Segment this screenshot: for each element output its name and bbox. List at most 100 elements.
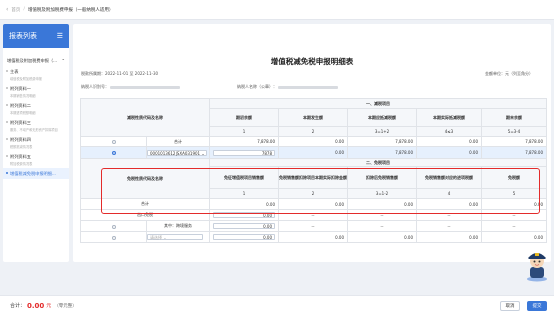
cell-value: 7,878.00 [347, 136, 417, 147]
col-header: 本期应抵减税额 [347, 108, 417, 127]
col-header: 期末余额 [481, 108, 547, 127]
sidebar-item-schedule-3[interactable]: 附列资料三 服务、不动产和无形资产扣除项目 [3, 117, 69, 134]
breadcrumb-home[interactable]: 首页 [11, 7, 20, 13]
taxpayer-name: 纳税人名称（公章）： [237, 84, 339, 90]
sidebar-item-schedule-5[interactable]: 附列资料五 附加税费情况表 [3, 151, 69, 168]
sidebar-item-tax-reduction[interactable]: 增值税减免税申报明细... [3, 168, 69, 179]
cell-value: 0.00 [347, 198, 417, 210]
reduction-code-select[interactable]: 0001013612|SXA031901 ⌄ [147, 149, 207, 156]
top-bar: ‹ 首页 / 增值税及附加税费申报（一般纳税人适用） [0, 0, 554, 20]
table-row: 0001013612|SXA031901 ⌄ 7878 0.00 7,878.0… [80, 146, 547, 159]
row-radio[interactable] [111, 224, 116, 229]
opening-balance-input[interactable]: 7878 [213, 149, 275, 156]
report-list-sidebar: 报表列表 ☰ 增值税及附加税费申报（... ⌃ 主表 增值税及附加税费申报 附列… [3, 24, 69, 262]
footer-bar: 合计： 0.00 元 （零元整） 取消 提交 [0, 295, 554, 315]
col-number: 3=1-2 [347, 188, 417, 199]
exemption-code-placeholder: 请选择 [150, 235, 162, 240]
row-label: 其中：跨境服务 [146, 220, 210, 232]
table-row: 合计 7,878.00 0.00 7,878.00 0.00 7,878.00 [80, 136, 547, 147]
sidebar-item-label: 附列资料五 [10, 154, 31, 159]
amount-unit-value: 元（列至角分） [505, 71, 533, 76]
row-radio[interactable] [111, 151, 116, 155]
cell-value: 7,878.00 [209, 136, 279, 147]
taxpayer-id-value-redacted [110, 85, 181, 89]
tax-period: 税款所属期：2022-11-01 至 2022-11-30 [81, 71, 158, 77]
row-radio[interactable] [111, 235, 116, 240]
cross-border-service-input[interactable]: 0.00 [213, 223, 275, 229]
col-header: 免税额 [481, 166, 547, 189]
mascot-icon[interactable] [524, 248, 550, 282]
breadcrumb-current: 增值税及附加税费申报（一般纳税人适用） [27, 7, 114, 13]
row-label: 合计 [80, 198, 210, 210]
sidebar-item-label: 主表 [10, 69, 19, 74]
sidebar-item-sub: 增值税及附加税费申报 [10, 77, 42, 81]
col-header: 免税销售额对应的进项税额 [416, 166, 482, 189]
cell-value: -- [416, 209, 482, 221]
sidebar-item-main-form[interactable]: 主表 增值税及附加税费申报 [3, 66, 69, 83]
col-number: 1 [209, 126, 279, 137]
cell-value: -- [347, 209, 417, 221]
input-cell: 0.00 [209, 220, 279, 232]
sidebar-item-schedule-2[interactable]: 附列资料二 本期进项税额明细 [3, 100, 69, 117]
col-number: 5 [481, 188, 547, 199]
row-label: 出口免税 [80, 209, 210, 221]
cell-value: -- [481, 220, 547, 232]
cell-value: -- [416, 220, 482, 232]
col-header: 期初余额 [209, 108, 279, 127]
bullet-icon [6, 70, 8, 72]
cell-value: 0.00 [416, 231, 482, 243]
submit-button[interactable]: 提交 [527, 301, 547, 311]
sidebar-item-label: 附列资料二 [10, 103, 31, 108]
taxpayer-id-label: 纳税人识别号： [81, 84, 109, 89]
row-radio[interactable] [111, 140, 116, 144]
row-radio-cell [80, 136, 147, 147]
exemption-code-cell: 请选择 ⌄ [146, 231, 210, 243]
col-number: 4 [416, 188, 482, 199]
total-amount: 0.00 [27, 301, 45, 310]
reduction-rowhead: 减税性质代码及名称 [80, 98, 210, 137]
cell-value: 7,878.00 [347, 146, 417, 159]
cell-value: 0.00 [278, 146, 348, 159]
breadcrumb: 首页 / 增值税及附加税费申报（一般纳税人适用） [11, 7, 113, 13]
input-cell: 7878 [209, 146, 279, 159]
amount-unit-label: 金额单位： [485, 71, 505, 76]
sidebar-item-label: 附列资料三 [10, 120, 31, 125]
cell-value: 7,878.00 [481, 146, 547, 159]
col-number: 3=1+2 [347, 126, 417, 137]
cell-value: 0.00 [209, 198, 279, 210]
sidebar-group[interactable]: 增值税及附加税费申报（... ⌃ [3, 48, 69, 66]
report-title: 增值税减免税申报明细表 [270, 57, 354, 66]
exemption-rowhead: 免税性质代码及名称 [80, 158, 210, 199]
bullet-icon [6, 87, 8, 89]
cell-value: -- [278, 209, 348, 221]
reduction-code-value: 0001013612|SXA031901 [150, 150, 201, 156]
row-label: 合计 [146, 136, 210, 147]
col-header: 免征增值税项目销售额 [209, 166, 279, 189]
sidebar-item-label: 附列资料四 [10, 137, 31, 142]
cell-value: 0.00 [416, 136, 482, 147]
exempt-sales-input[interactable]: 0.00 [213, 234, 275, 240]
col-number: 5=3-4 [481, 126, 547, 137]
cell-value: -- [481, 209, 547, 221]
list-menu-icon[interactable]: ☰ [57, 32, 63, 40]
cell-value: 0.00 [416, 198, 482, 210]
exemption-code-select[interactable]: 请选择 ⌄ [147, 234, 203, 240]
taxpayer-name-value-redacted [278, 85, 339, 89]
sidebar-item-sub: 税额抵减情况表 [10, 145, 33, 149]
sidebar-item-sub: 服务、不动产和无形资产扣除项目 [10, 128, 58, 132]
cell-value: 0.00 [278, 198, 348, 210]
export-exempt-input[interactable]: 0.00 [213, 212, 275, 218]
sidebar-item-sub: 本期销售情况明细 [10, 94, 36, 98]
section1-title: 一、减税项目 [209, 98, 547, 109]
cell-value: 0.00 [416, 146, 482, 159]
cancel-button[interactable]: 取消 [500, 301, 520, 311]
back-arrow-icon[interactable]: ‹ [6, 6, 8, 13]
reduction-table: 减税性质代码及名称 一、减税项目 期初余额 本期发生额 本期应抵减税额 本期实际… [80, 98, 547, 243]
table-row: 合计 0.00 0.00 0.00 0.00 0.00 [80, 198, 547, 210]
cell-value: 0.00 [481, 231, 547, 243]
sidebar-item-schedule-4[interactable]: 附列资料四 税额抵减情况表 [3, 134, 69, 151]
sidebar-item-schedule-1[interactable]: 附列资料一 本期销售情况明细 [3, 83, 69, 100]
row-radio-cell [80, 146, 147, 159]
chevron-down-icon: ⌄ [201, 150, 205, 156]
sidebar-item-label: 附列资料一 [10, 86, 31, 91]
